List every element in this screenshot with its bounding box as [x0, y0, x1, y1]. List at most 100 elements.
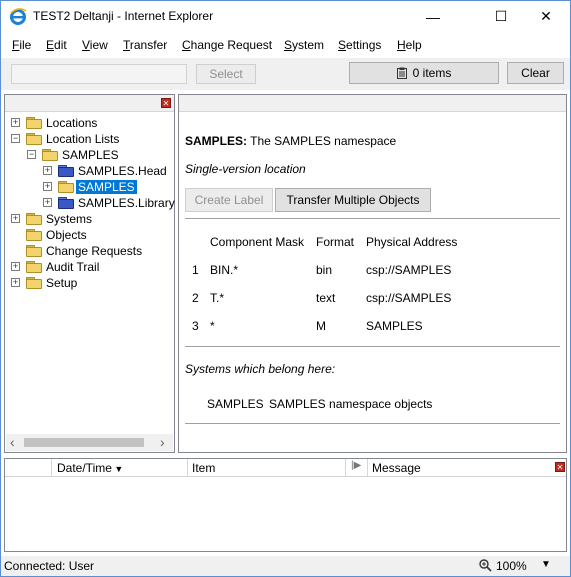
tree-item-audit-trail[interactable]: + Audit Trail: [5, 259, 174, 275]
horizontal-scrollbar[interactable]: ‹ ›: [6, 434, 173, 451]
expand-icon[interactable]: +: [43, 198, 52, 207]
clear-button[interactable]: Clear: [507, 62, 564, 84]
column-header-physical-address: Physical Address: [366, 235, 458, 249]
tree-item-change-requests[interactable]: Change Requests: [5, 243, 174, 259]
physical-address-cell: SAMPLES: [366, 319, 423, 333]
folder-icon: [26, 245, 42, 257]
menu-bar: File Edit View Transfer Change Request S…: [1, 36, 570, 56]
physical-address-cell: csp://SAMPLES: [366, 263, 452, 277]
folder-icon: [42, 149, 58, 161]
toolbar: Select 0 items Clear: [1, 58, 570, 90]
status-bar: Connected: User 100% ▼: [1, 556, 570, 576]
select-button[interactable]: Select: [196, 64, 256, 84]
zoom-level[interactable]: 100%: [496, 559, 527, 573]
menu-system[interactable]: System: [284, 38, 324, 52]
tree-item-samples-list[interactable]: − SAMPLES: [5, 147, 174, 163]
systems-heading: Systems which belong here:: [185, 362, 336, 376]
expand-icon[interactable]: +: [11, 262, 20, 271]
divider: [185, 346, 560, 347]
scroll-left-icon[interactable]: ‹: [10, 434, 15, 450]
menu-file[interactable]: File: [12, 38, 31, 52]
collapse-icon[interactable]: −: [11, 134, 20, 143]
collapse-icon[interactable]: −: [27, 150, 36, 159]
tree-pane-header: ✕: [5, 95, 174, 112]
minimize-button[interactable]: —: [410, 2, 456, 31]
zoom-dropdown-icon[interactable]: ▼: [541, 559, 551, 570]
folder-icon: [26, 277, 42, 289]
scroll-right-icon[interactable]: ›: [160, 434, 165, 450]
format-cell: M: [316, 319, 326, 333]
row-number: 2: [192, 291, 199, 305]
column-header-component-mask: Component Mask: [210, 235, 305, 249]
column-header-format: Format: [316, 235, 355, 249]
zoom-icon: [479, 559, 492, 572]
menu-settings[interactable]: Settings: [338, 38, 381, 52]
location-description: The SAMPLES namespace: [250, 134, 397, 148]
location-folder-icon: [58, 165, 74, 177]
clipboard-icon: [396, 67, 407, 79]
play-icon: |▶: [351, 460, 362, 471]
column-header-datetime[interactable]: Date/Time ▼: [57, 461, 123, 475]
menu-transfer[interactable]: Transfer: [123, 38, 167, 52]
tree-item-samples-selected[interactable]: + SAMPLES: [5, 179, 174, 195]
row-number: 3: [192, 319, 199, 333]
log-column-headers: Date/Time ▼ Item |▶ Message ✕: [5, 459, 566, 477]
create-label-button[interactable]: Create Label: [185, 188, 273, 212]
folder-icon: [26, 261, 42, 273]
sort-descending-icon: ▼: [111, 464, 124, 474]
tree-item-locations[interactable]: + Locations: [5, 115, 174, 131]
tree-item-samples-head[interactable]: + SAMPLES.Head: [5, 163, 174, 179]
scrollbar-thumb[interactable]: [24, 438, 144, 447]
expand-icon[interactable]: +: [43, 166, 52, 175]
system-link-samples[interactable]: SAMPLES: [207, 397, 264, 411]
column-header-message[interactable]: Message: [372, 461, 421, 475]
folder-icon: [58, 181, 74, 193]
detail-pane: SAMPLES: The SAMPLES namespace Single-ve…: [178, 94, 567, 453]
maximize-button[interactable]: ☐: [478, 2, 524, 31]
column-header-item[interactable]: Item: [192, 461, 215, 475]
internet-explorer-icon: [10, 8, 27, 25]
close-pane-icon[interactable]: ✕: [161, 98, 171, 108]
search-input[interactable]: [11, 64, 187, 84]
expand-icon[interactable]: +: [43, 182, 52, 191]
close-log-icon[interactable]: ✕: [555, 462, 565, 472]
tree-item-samples-library[interactable]: + SAMPLES.Library: [5, 195, 175, 211]
folder-icon: [26, 213, 42, 225]
tree-pane: ✕ + Locations − Location Lists − SAMPLES…: [4, 94, 175, 453]
basket-button[interactable]: 0 items: [349, 62, 499, 84]
folder-icon: [26, 117, 42, 129]
location-type: Single-version location: [185, 162, 306, 176]
tree-item-objects[interactable]: Objects: [5, 227, 174, 243]
detail-pane-header: [179, 95, 566, 112]
close-button[interactable]: ✕: [523, 2, 569, 31]
items-count: 0 items: [412, 66, 452, 80]
location-folder-icon: [58, 197, 74, 209]
transfer-multiple-objects-button[interactable]: Transfer Multiple Objects: [275, 188, 431, 212]
expand-icon[interactable]: +: [11, 278, 20, 287]
format-cell: bin: [316, 263, 333, 277]
menu-help[interactable]: Help: [397, 38, 422, 52]
component-mask-cell: T.*: [210, 291, 225, 305]
menu-change-request[interactable]: Change Request: [182, 38, 272, 52]
menu-view[interactable]: View: [82, 38, 108, 52]
log-pane: Date/Time ▼ Item |▶ Message ✕: [4, 458, 567, 552]
tree-item-systems[interactable]: + Systems: [5, 211, 174, 227]
folder-icon: [26, 133, 42, 145]
component-mask-cell: *: [210, 319, 215, 333]
location-name: SAMPLES:: [185, 134, 248, 148]
tree-item-setup[interactable]: + Setup: [5, 275, 174, 291]
divider: [185, 423, 560, 424]
system-description: SAMPLES namespace objects: [269, 397, 433, 411]
format-cell: text: [316, 291, 336, 305]
expand-icon[interactable]: +: [11, 214, 20, 223]
component-mask-cell: BIN.*: [210, 263, 239, 277]
divider: [185, 218, 560, 219]
tree-item-location-lists[interactable]: − Location Lists: [5, 131, 174, 147]
menu-edit[interactable]: Edit: [46, 38, 67, 52]
row-number: 1: [192, 263, 199, 277]
connection-status: Connected: User: [4, 559, 95, 573]
physical-address-cell: csp://SAMPLES: [366, 291, 452, 305]
window-title: TEST2 Deltanji - Internet Explorer: [33, 9, 214, 23]
expand-icon[interactable]: +: [11, 118, 20, 127]
title-bar: TEST2 Deltanji - Internet Explorer — ☐ ✕: [1, 1, 570, 31]
